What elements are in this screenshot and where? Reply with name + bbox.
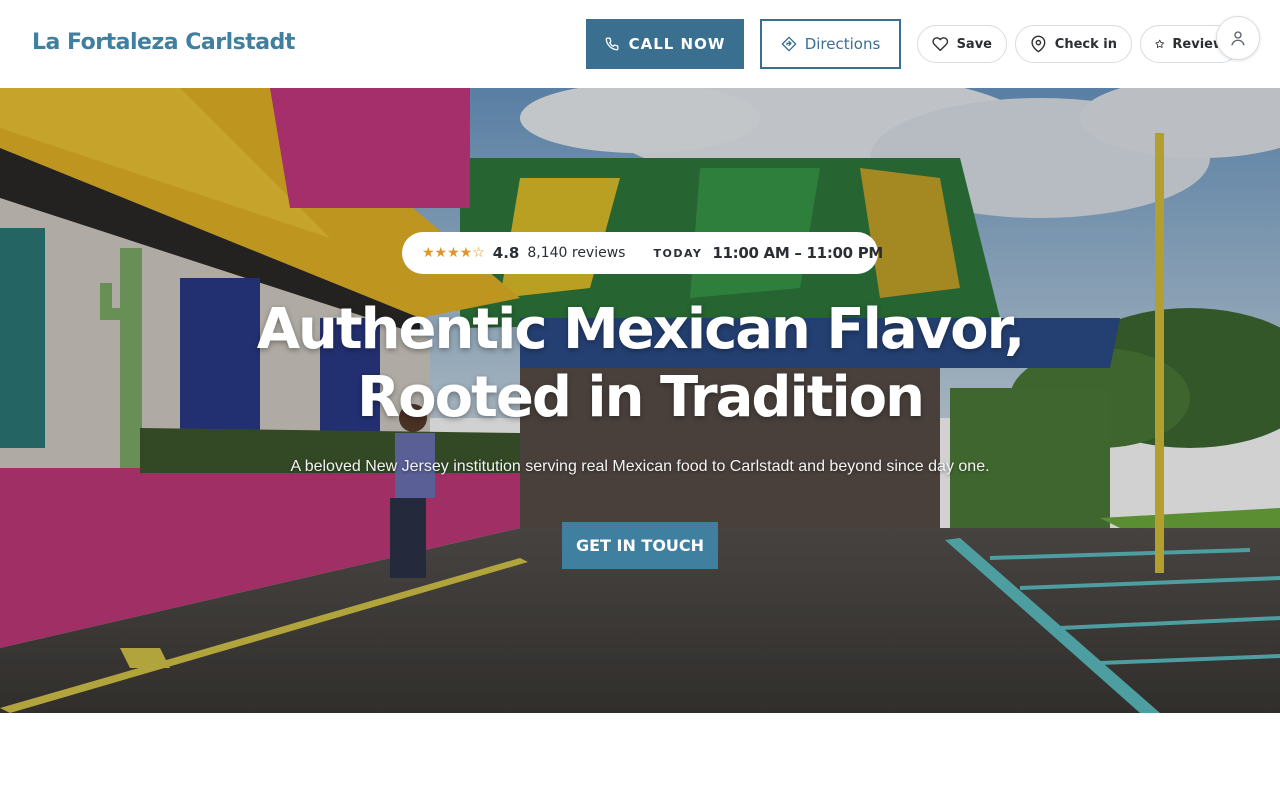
directions-label: Directions [804, 35, 881, 53]
user-icon [1231, 31, 1245, 46]
site-header: La Fortaleza Carlstadt CALL NOW Directio… [0, 0, 1280, 88]
account-button[interactable] [1216, 16, 1260, 60]
check-in-label: Check in [1054, 36, 1117, 52]
review-count[interactable]: 8,140 reviews [527, 245, 625, 261]
call-now-label: CALL NOW [628, 35, 726, 53]
headline-line-1: Authentic Mexican Flavor, [256, 297, 1026, 362]
check-in-button[interactable]: Check in [1015, 25, 1132, 63]
today-label: TODAY [653, 246, 703, 260]
rating-value: 4.8 [492, 244, 520, 262]
phone-icon [605, 37, 619, 51]
opening-hours: 11:00 AM – 11:00 PM [712, 244, 884, 262]
directions-icon [781, 36, 797, 52]
save-label: Save [956, 36, 992, 52]
get-in-touch-button[interactable]: GET IN TOUCH [562, 522, 718, 569]
headline-line-2: Rooted in Tradition [357, 365, 925, 430]
hero-headline: Authentic Mexican Flavor, Rooted in Trad… [140, 296, 1140, 432]
call-now-button[interactable]: CALL NOW [586, 19, 744, 69]
brand-name[interactable]: La Fortaleza Carlstadt [32, 30, 295, 55]
save-button[interactable]: Save [917, 25, 1007, 63]
location-pin-icon [1031, 35, 1046, 53]
rating-stars: ★★★★☆ [422, 245, 485, 261]
directions-button[interactable]: Directions [760, 19, 901, 69]
hero-subtitle: A beloved New Jersey institution serving… [290, 458, 990, 475]
hero-section: ★★★★☆ 4.8 8,140 reviews TODAY 11:00 AM –… [0, 88, 1280, 713]
star-icon [1155, 39, 1165, 48]
heart-icon [932, 37, 949, 52]
rating-hours-pill: ★★★★☆ 4.8 8,140 reviews TODAY 11:00 AM –… [402, 232, 883, 274]
